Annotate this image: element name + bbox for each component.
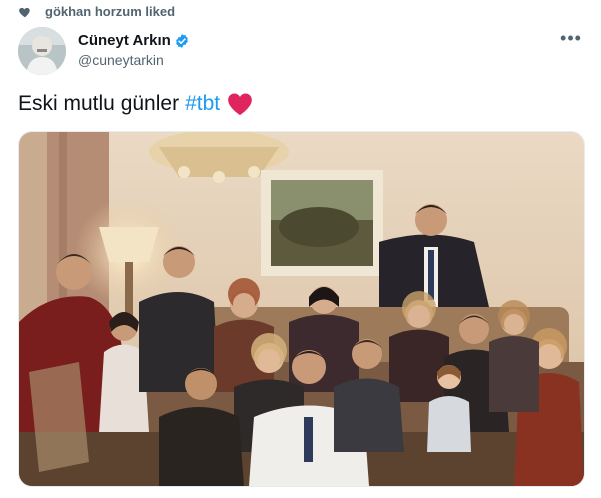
hashtag-link[interactable]: #tbt — [185, 92, 220, 116]
avatar-photo — [18, 27, 66, 75]
author-name[interactable]: Cüneyt Arkın — [78, 32, 171, 49]
avatar[interactable] — [18, 27, 66, 75]
family-photo-image — [19, 132, 584, 486]
heart-icon — [19, 7, 30, 17]
social-context-label: gökhan horzum liked — [45, 4, 176, 19]
tweet-photo[interactable] — [18, 131, 585, 487]
tweet-body: Eski mutlu günler — [18, 92, 180, 115]
tweet-text: Eski mutlu günler #tbt — [18, 92, 253, 116]
more-icon[interactable]: ••• — [559, 28, 583, 48]
author-block[interactable]: Cüneyt Arkın @cuneytarkin — [78, 32, 190, 68]
red-heart-emoji — [228, 93, 252, 115]
social-context[interactable]: gökhan horzum liked — [18, 4, 175, 19]
verified-badge-icon — [175, 33, 188, 48]
author-handle[interactable]: @cuneytarkin — [78, 52, 190, 68]
